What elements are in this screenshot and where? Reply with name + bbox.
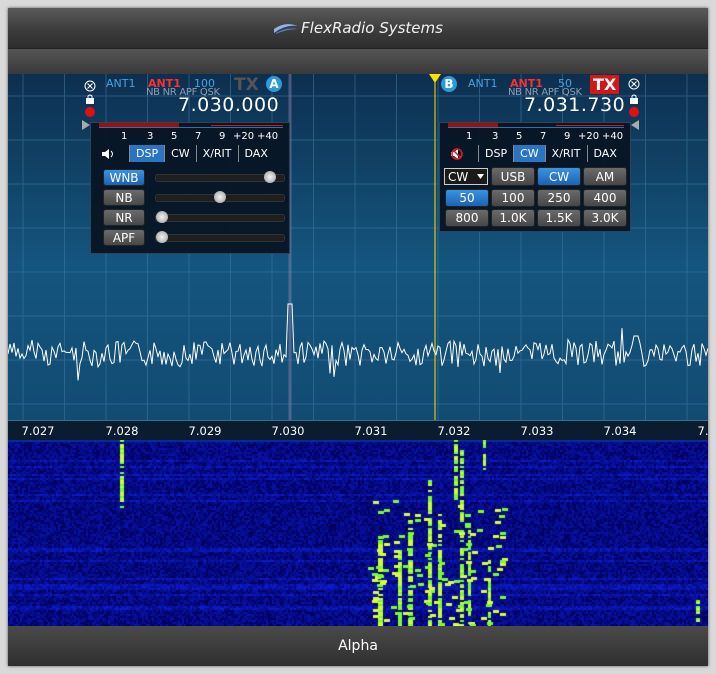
slider-knob[interactable] [156,211,168,223]
record-icon[interactable] [84,106,96,118]
scale-7: 7 [540,131,547,142]
tab-dsp[interactable]: DSP [130,145,166,162]
speaker-muted-icon[interactable] [444,145,479,162]
mode-button-am[interactable]: AM [583,167,627,186]
filter-button-3-0k[interactable]: 3.0K [583,209,627,227]
dsp-toggle-wnb[interactable]: WNB [103,169,145,186]
dsp-level-slider-wnb[interactable] [155,171,285,183]
dsp-toggle-nr[interactable]: NR [103,209,145,226]
s-meter-line [448,127,624,128]
slider-knob[interactable] [156,231,168,243]
s-meter-scale: 1 3 5 7 9 +20 +40 [466,131,626,143]
scale-plus20: +20 [233,131,255,142]
slice-a-tabs: DSP CW X/RIT DAX [95,145,274,162]
mode-select[interactable]: CW [444,168,488,185]
filter-button-800[interactable]: 800 [445,209,489,227]
close-icon[interactable] [84,80,96,92]
slice-frequency[interactable]: 7.031.730 [524,94,625,116]
frequency-label: 7.028 [105,424,139,438]
brand-logo: FlexRadio Systems [273,19,443,37]
collapse-arrow-icon[interactable] [631,120,639,130]
frequency-label: 7.030 [271,424,305,438]
toolbar [8,48,708,76]
filter-button-400[interactable]: 400 [583,189,627,207]
tx-toggle[interactable]: TX [234,75,259,95]
s-meter-over-line [556,125,624,126]
scale-7: 7 [195,131,202,142]
dsp-toggle-apf[interactable]: APF [103,229,145,246]
tab-dax[interactable]: DAX [239,145,274,162]
slice-a-header: ANT1 ANT1 100 TX A NB NR APF QSK 7.030.0… [82,75,292,122]
tab-dax[interactable]: DAX [588,145,623,162]
mode-button-cw[interactable]: CW [537,167,581,186]
scale-plus20: +20 [578,131,600,142]
scale-1: 1 [466,131,473,142]
scale-1: 1 [121,131,128,142]
record-icon[interactable] [628,106,640,118]
lock-icon[interactable] [629,94,639,104]
scale-5: 5 [516,131,523,142]
slice-b-tabs: DSP CW X/RIT DAX [444,145,623,162]
frequency-axis[interactable]: 7.027 7.028 7.029 7.030 7.031 7.032 7.033 7.034… [8,420,708,441]
tab-xrit[interactable]: X/RIT [546,145,588,162]
scale-9: 9 [564,131,571,142]
mode-select-value: CW [448,169,469,184]
speaker-icon[interactable] [95,145,130,162]
station-name: Alpha [338,638,378,654]
filter-button-100[interactable]: 100 [491,189,535,207]
slice-b-header: B ANT1 ANT1 50 TX NB NR APF QSK 7.031.73… [436,75,648,122]
slider-knob[interactable] [214,191,226,203]
frequency-label: 7.034 [603,424,637,438]
tab-cw[interactable]: CW [165,145,197,162]
slice-b-panel: 1 3 5 7 9 +20 +40 DSP CW X/RIT DAX CW US… [439,120,639,232]
swoosh-icon [274,24,299,34]
tab-xrit[interactable]: X/RIT [197,145,239,162]
filter-button-1-0k[interactable]: 1.0K [491,209,535,227]
frequency-label: 7.033 [520,424,554,438]
frequency-label: 7. [697,424,708,438]
dsp-level-slider-nr[interactable] [155,211,285,223]
scale-3: 3 [492,131,499,142]
s-meter-over-line [211,125,283,126]
s-meter-scale: 1 3 5 7 9 +20 +40 [121,131,281,143]
frequency-label: 7.031 [354,424,388,438]
title-bar: FlexRadio Systems [8,8,708,48]
mode-button-usb[interactable]: USB [491,167,535,186]
filter-button-250[interactable]: 250 [537,189,581,207]
panadapter[interactable]: ANT1 ANT1 100 TX A NB NR APF QSK 7.030.0… [8,74,708,420]
frequency-label: 7.029 [188,424,222,438]
tab-dsp[interactable]: DSP [479,145,515,162]
close-icon[interactable] [628,78,640,90]
tx-toggle[interactable]: TX [590,75,620,94]
dsp-level-slider-nb[interactable] [155,191,285,203]
frequency-label: 7.032 [437,424,471,438]
slice-letter-badge[interactable]: A [266,76,282,92]
dsp-toggle-nb[interactable]: NB [103,189,145,206]
filter-button-1-5k[interactable]: 1.5K [537,209,581,227]
filter-button-50[interactable]: 50 [445,189,489,207]
scale-plus40: +40 [257,131,279,142]
brand-name: FlexRadio Systems [301,19,443,37]
lock-icon[interactable] [85,94,95,104]
spectrum-trace [8,303,708,381]
scale-3: 3 [147,131,154,142]
scale-5: 5 [171,131,178,142]
slice-frequency[interactable]: 7.030.000 [178,94,279,116]
s-meter-line [99,127,283,128]
rx-antenna[interactable]: ANT1 [106,77,135,90]
tab-cw[interactable]: CW [514,145,546,162]
rx-antenna[interactable]: ANT1 [468,77,497,90]
flexradio-window: FlexRadio Systems ANT1 ANT1 100 TX A NB … [8,8,708,666]
collapse-arrow-icon[interactable] [82,120,90,130]
dsp-level-slider-apf[interactable] [155,231,285,243]
scale-plus40: +40 [602,131,624,142]
slider-knob[interactable] [263,171,276,183]
frequency-label: 7.027 [21,424,55,438]
status-bar: Alpha [8,626,708,666]
slice-letter-badge[interactable]: B [441,76,457,92]
chevron-down-icon [477,174,484,179]
slice-a-panel: 1 3 5 7 9 +20 +40 DSP CW X/RIT DAX WNB NB… [82,120,290,254]
waterfall-display[interactable] [8,440,708,626]
scale-9: 9 [219,131,226,142]
